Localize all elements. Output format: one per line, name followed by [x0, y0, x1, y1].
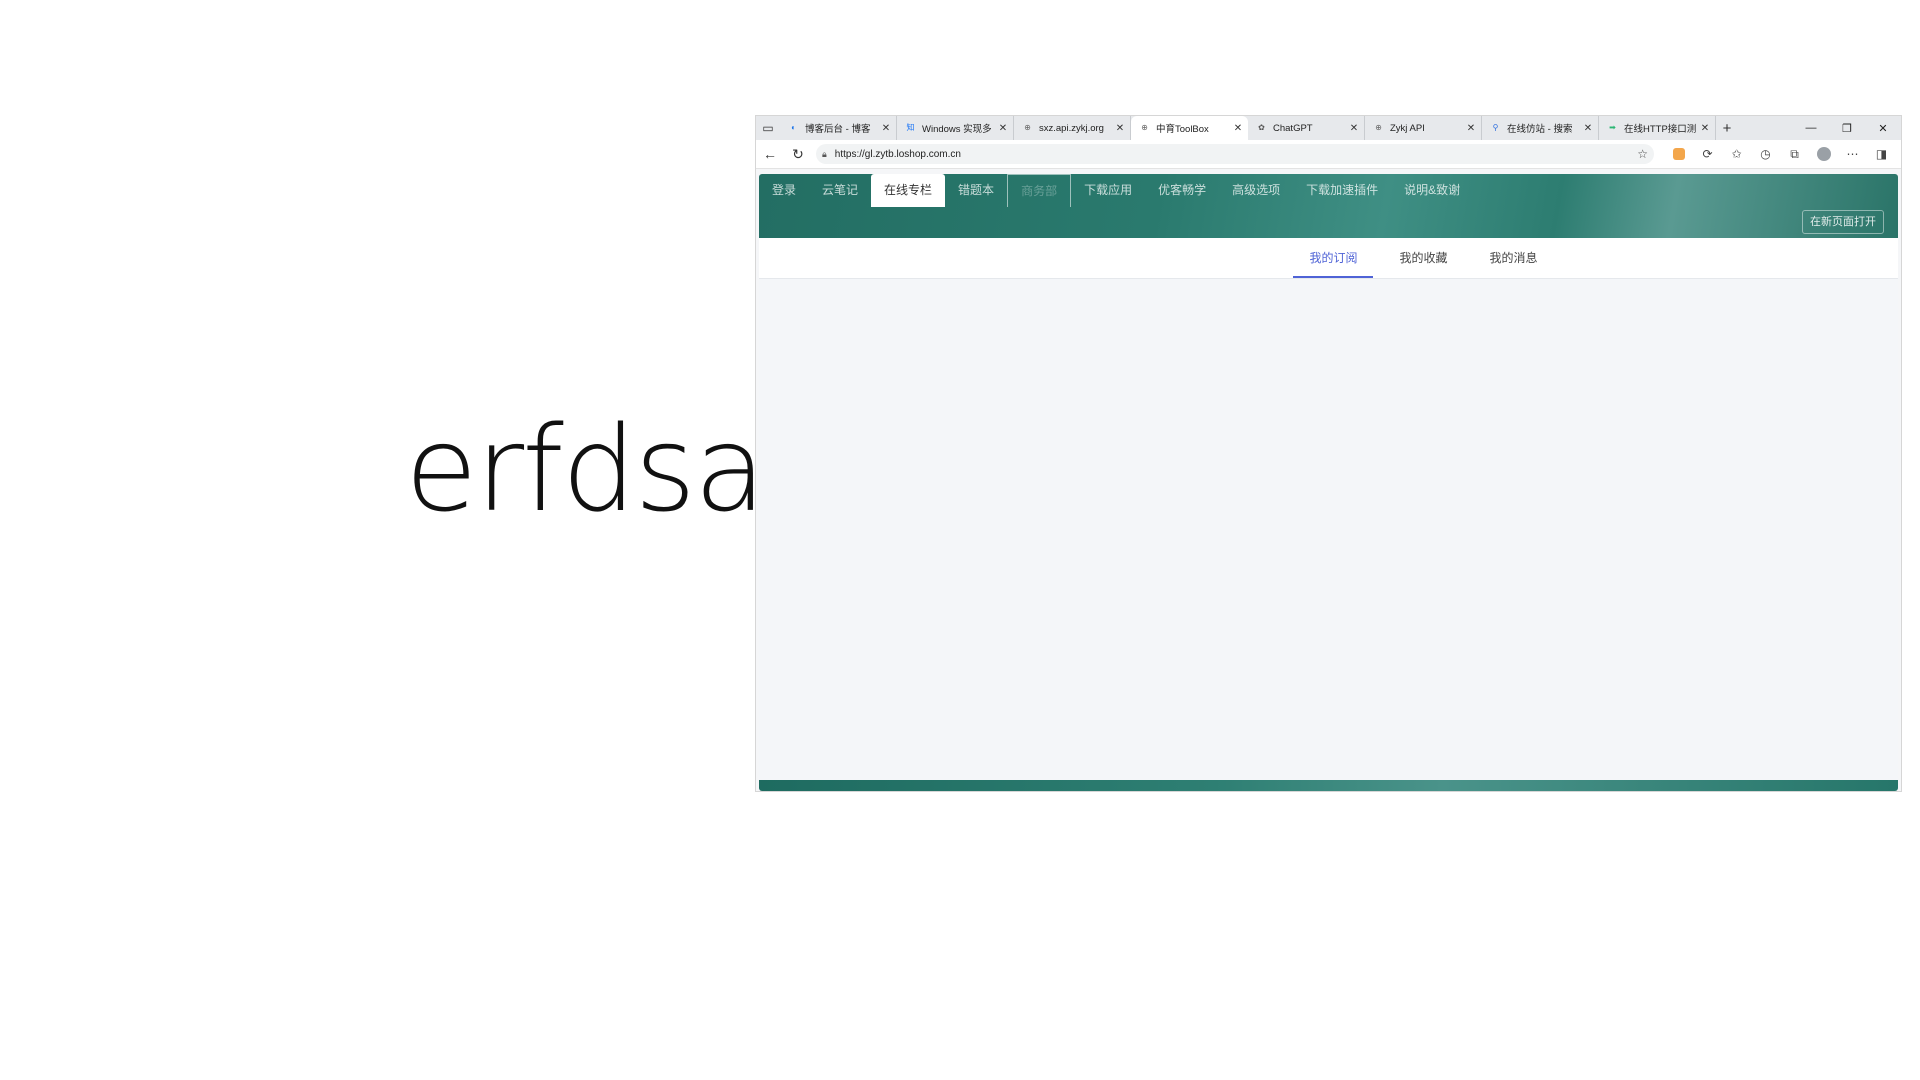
nav-item[interactable]: 在线专栏	[871, 174, 946, 207]
tab-label: 在线仿站 - 搜索	[1507, 124, 1573, 135]
tab-close-icon[interactable]: ✕	[1699, 123, 1711, 134]
new-tab-button[interactable]: +	[1716, 120, 1738, 137]
restore-icon[interactable]: ❐	[1829, 116, 1865, 140]
tab-label: sxz.api.zykj.org	[1039, 122, 1104, 134]
browser-tab[interactable]: ⊕ sxz.api.zykj.org ✕	[1014, 116, 1131, 140]
tab-label: Windows 实现多	[922, 124, 992, 135]
extension-refresh-icon[interactable]: ⟳	[1693, 140, 1722, 168]
globe-icon: ⊕	[1375, 123, 1382, 132]
zhihu-favicon: 知	[906, 123, 915, 132]
collections-icon[interactable]: ⧉	[1780, 140, 1809, 168]
address-bar: ← ↻ 🔒︎ https://gl.zytb.loshop.com.cn ☆ ⟳…	[756, 140, 1901, 169]
window-controls: — ❐ ✕	[1793, 116, 1901, 140]
url-text[interactable]: https://gl.zytb.loshop.com.cn	[835, 149, 1637, 160]
nav-item[interactable]: 云笔记	[809, 174, 871, 207]
chatgpt-icon: ✿	[1258, 123, 1265, 132]
tab-actions-icon[interactable]: ▭	[756, 116, 780, 140]
history-icon[interactable]: ◷	[1751, 140, 1780, 168]
profile-avatar[interactable]	[1809, 140, 1838, 168]
nav-item[interactable]: 登录	[759, 174, 809, 207]
nav-item[interactable]: 商务部	[1007, 174, 1072, 207]
web-page: 登录 云笔记 在线专栏 错题本 商务部 下载应用 优客畅学 高级选项 下载加速插件 说明&致谢 在…	[759, 174, 1898, 791]
blog-favicon: ◐	[791, 123, 796, 132]
nav-item[interactable]: 下载应用	[1071, 174, 1145, 207]
tab-close-icon[interactable]: ✕	[1582, 123, 1594, 134]
browser-tab[interactable]: ⊕ Zykj API ✕	[1365, 116, 1482, 140]
favorites-icon[interactable]: ✩	[1722, 140, 1751, 168]
search-icon: ⚲	[1492, 123, 1499, 132]
back-icon[interactable]: ←	[756, 140, 784, 168]
sidebar-toggle-icon[interactable]: ◨	[1867, 140, 1896, 168]
site-header: 登录 云笔记 在线专栏 错题本 商务部 下载应用 优客畅学 高级选项 下载加速插件 说明&致谢 在…	[759, 174, 1898, 238]
browser-tab[interactable]: ✿ ChatGPT ✕	[1248, 116, 1365, 140]
browser-tab[interactable]: ◐ 博客后台 - 博客 ✕	[780, 116, 897, 140]
subtab[interactable]: 我的收藏	[1383, 238, 1463, 278]
tab-label: Zykj API	[1390, 122, 1425, 134]
tab-close-icon[interactable]: ✕	[880, 123, 892, 134]
tab-label: 在线HTTP接口测	[1624, 124, 1697, 135]
tab-close-icon[interactable]: ✕	[1232, 123, 1244, 134]
extension-icon[interactable]	[1664, 140, 1693, 168]
tab-close-icon[interactable]: ✕	[1465, 123, 1477, 134]
toolbar-extensions: ⟳ ✩ ◷ ⧉ ⋯ ◨	[1664, 140, 1896, 168]
site-navbar: 登录 云笔记 在线专栏 错题本 商务部 下载应用 优客畅学 高级选项 下载加速插件 说明&致谢	[759, 174, 1473, 207]
minimize-icon[interactable]: —	[1793, 116, 1829, 140]
refresh-icon[interactable]: ↻	[784, 140, 812, 168]
nav-item[interactable]: 高级选项	[1219, 174, 1293, 207]
tab-list: ◐ 博客后台 - 博客 ✕ 知 Windows 实现多 ✕ ⊕ sxz.api.zykj.or…	[780, 116, 1716, 140]
subtab[interactable]: 我的消息	[1474, 238, 1554, 278]
tab-label: 博客后台 - 博客	[805, 124, 871, 135]
api-favicon: ➡	[1609, 123, 1616, 132]
tab-close-icon[interactable]: ✕	[997, 123, 1009, 134]
sub-tabs: 我的订阅 我的收藏 我的消息	[759, 238, 1898, 279]
lock-icon[interactable]: 🔒︎	[822, 149, 827, 160]
browser-tab[interactable]: 知 Windows 实现多 ✕	[897, 116, 1014, 140]
more-menu-icon[interactable]: ⋯	[1838, 140, 1867, 168]
close-window-icon[interactable]: ✕	[1865, 116, 1901, 140]
globe-icon: ⊕	[1024, 123, 1031, 132]
omnibox[interactable]: 🔒︎ https://gl.zytb.loshop.com.cn ☆	[816, 144, 1654, 164]
tab-label: 中育ToolBox	[1156, 124, 1209, 135]
browser-window: ▭ ◐ 博客后台 - 博客 ✕ 知 Windows 实现多 ✕ ⊕ sxz.api.zykj.…	[756, 116, 1901, 791]
subtab[interactable]: 我的订阅	[1293, 238, 1374, 278]
globe-icon: ⊕	[1141, 123, 1148, 132]
tab-close-icon[interactable]: ✕	[1114, 123, 1126, 134]
browser-tab[interactable]: ⚲ 在线仿站 - 搜索 ✕	[1482, 116, 1599, 140]
footer-bar	[759, 780, 1898, 791]
nav-item[interactable]: 错题本	[945, 174, 1007, 207]
open-in-new-page-button[interactable]: 在新页面打开	[1802, 210, 1884, 234]
nav-item[interactable]: 优客畅学	[1145, 174, 1219, 207]
nav-item[interactable]: 下载加速插件	[1293, 174, 1391, 207]
tab-close-icon[interactable]: ✕	[1348, 123, 1360, 134]
tab-label: ChatGPT	[1273, 122, 1313, 134]
tab-strip: ▭ ◐ 博客后台 - 博客 ✕ 知 Windows 实现多 ✕ ⊕ sxz.api.zykj.…	[756, 116, 1901, 140]
favorite-star-icon[interactable]: ☆	[1637, 147, 1648, 161]
browser-tab[interactable]: ➡ 在线HTTP接口测 ✕	[1599, 116, 1716, 140]
browser-tab[interactable]: ⊕ 中育ToolBox ✕	[1131, 116, 1248, 140]
nav-item[interactable]: 说明&致谢	[1391, 174, 1473, 207]
